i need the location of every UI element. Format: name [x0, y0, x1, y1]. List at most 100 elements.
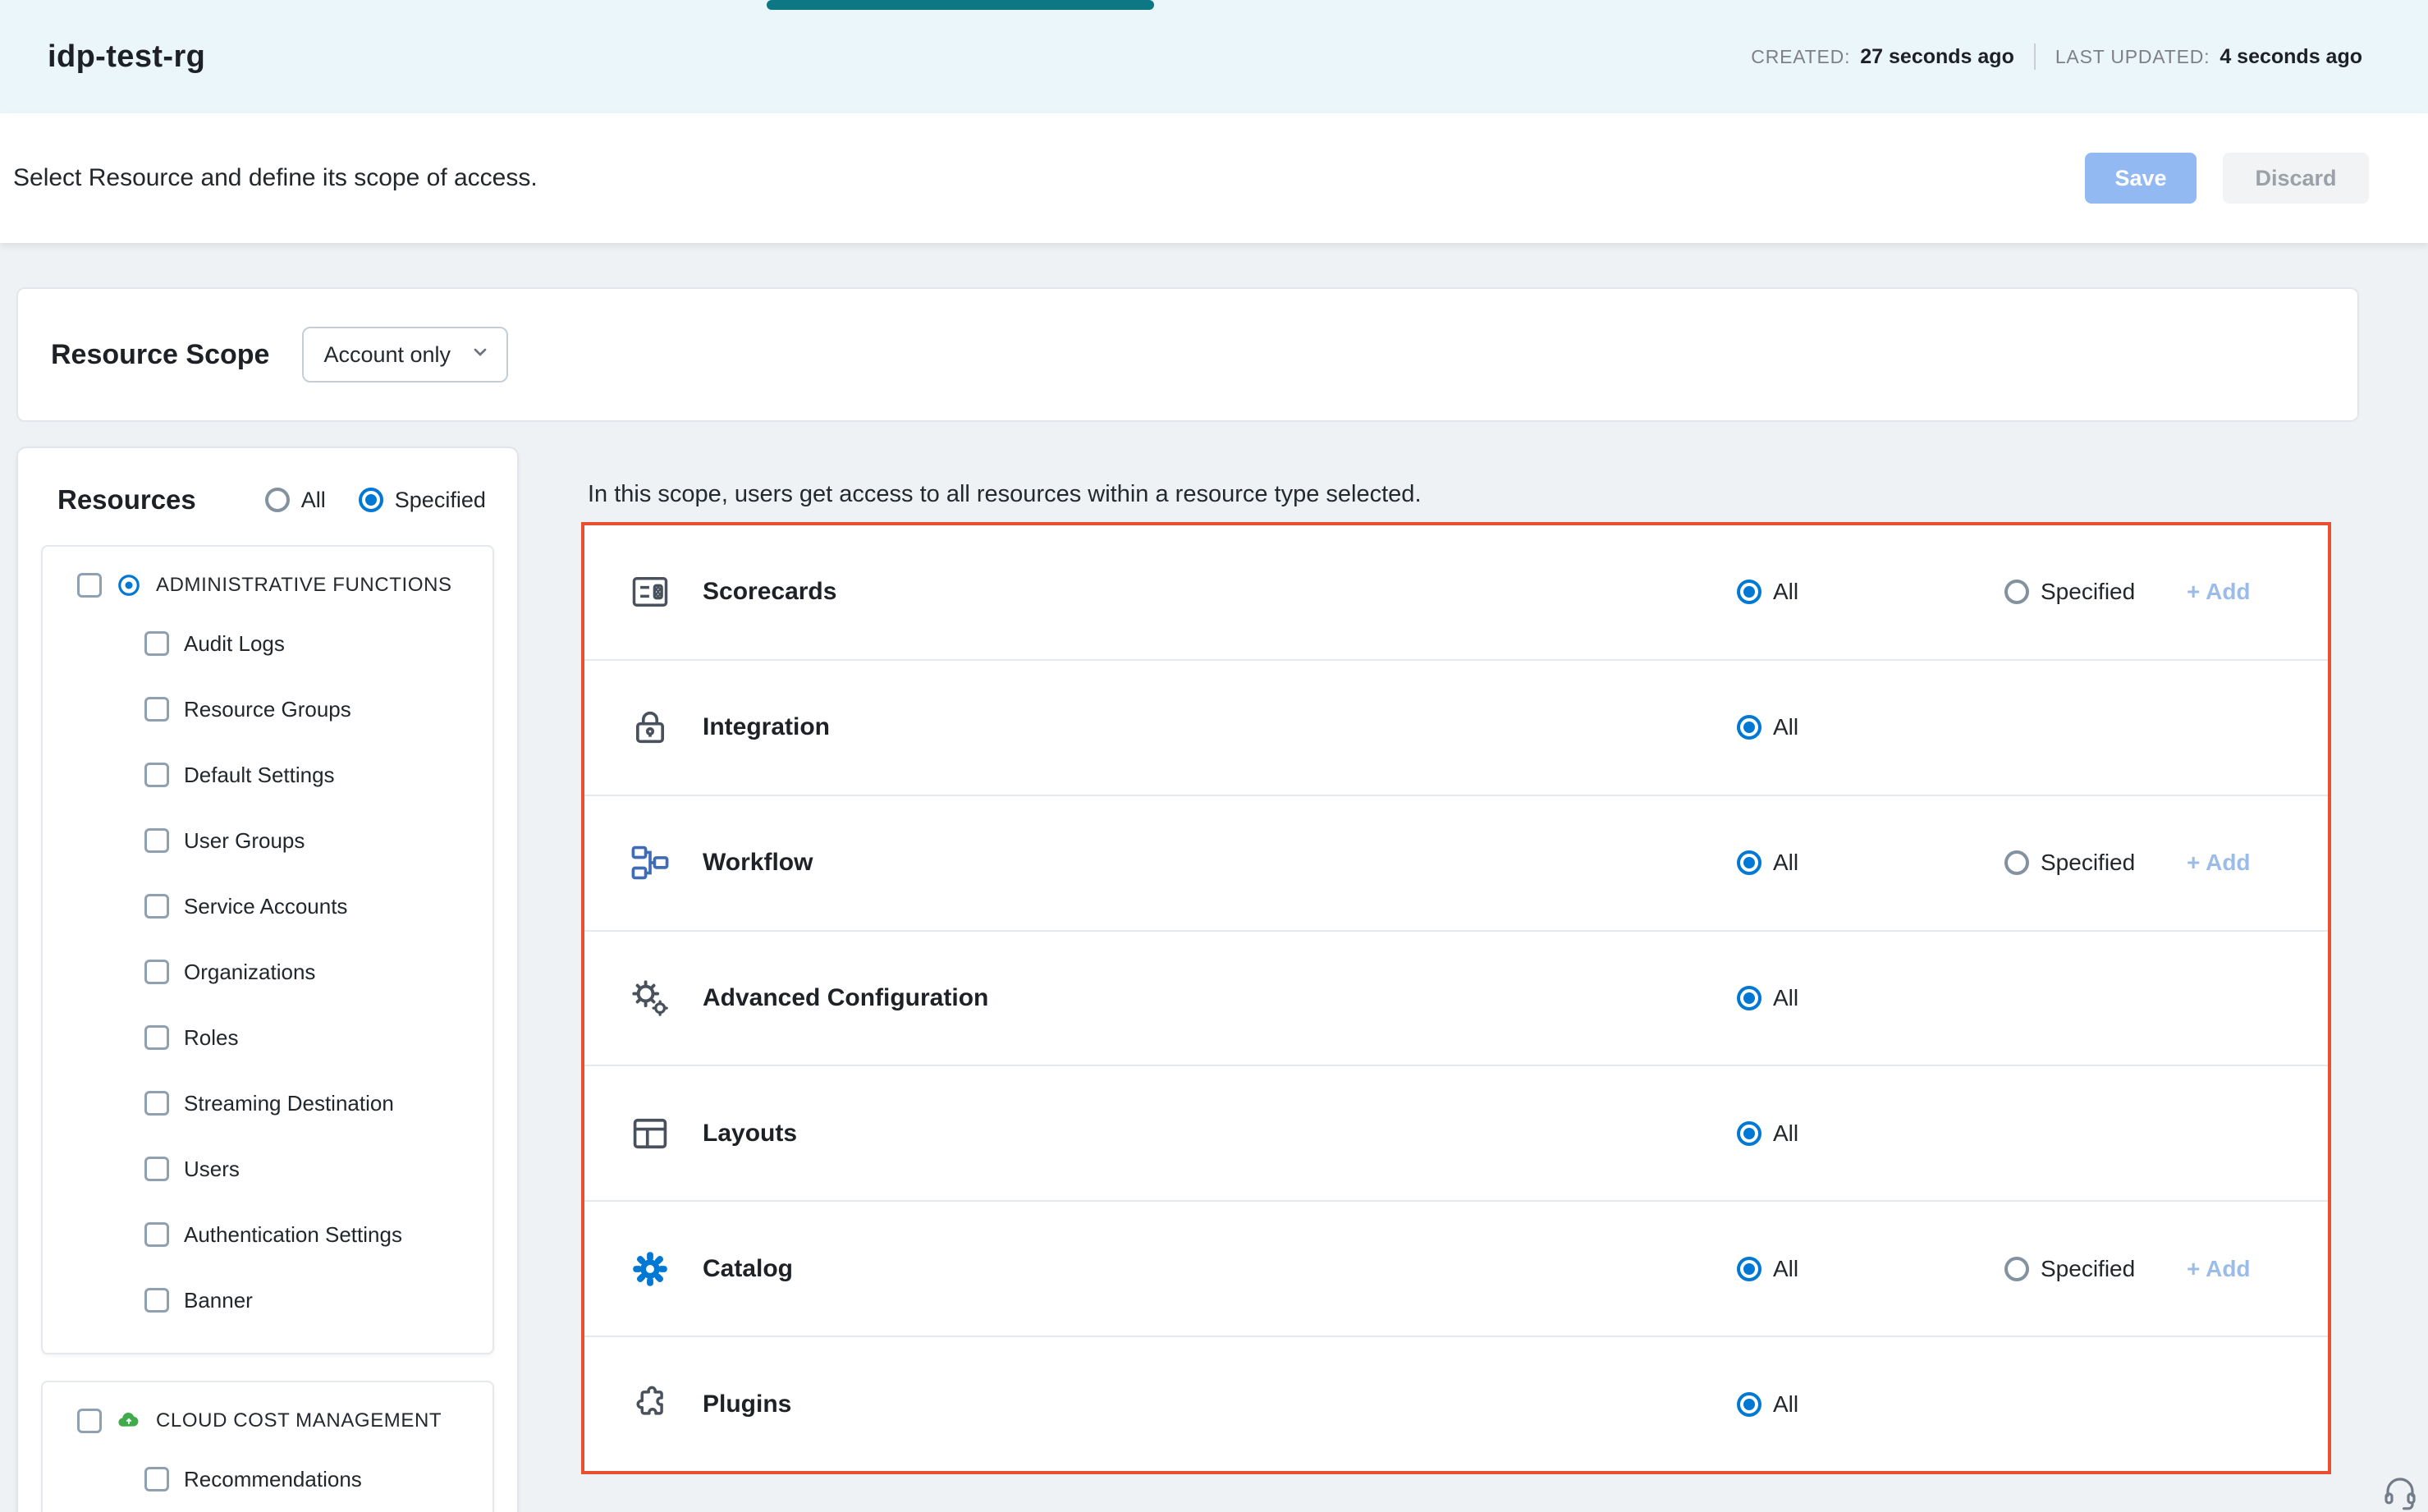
specified-radio[interactable]: [2004, 1257, 2029, 1281]
item-checkbox[interactable]: [144, 1222, 169, 1247]
all-option[interactable]: All: [1737, 1391, 1798, 1418]
resource-type-list: Scorecards All Specified + Add Integrati…: [581, 522, 2331, 1474]
save-button[interactable]: Save: [2085, 153, 2197, 204]
all-label: All: [1773, 1256, 1798, 1282]
resource-group-header[interactable]: CLOUD COST MANAGEMENT: [43, 1402, 492, 1446]
item-checkbox[interactable]: [144, 763, 169, 787]
all-option[interactable]: All: [1737, 579, 1798, 605]
group-label: ADMINISTRATIVE FUNCTIONS: [156, 574, 452, 597]
add-button[interactable]: + Add: [2187, 850, 2251, 876]
resource-item[interactable]: Roles: [43, 1005, 492, 1070]
specified-option[interactable]: Specified: [2004, 1256, 2135, 1282]
resource-item[interactable]: Default Settings: [43, 742, 492, 808]
all-radio[interactable]: [1737, 1257, 1761, 1281]
resource-item[interactable]: Service Accounts: [43, 873, 492, 939]
item-label: Users: [184, 1157, 240, 1182]
specified-radio[interactable]: [2004, 580, 2029, 604]
resource-item[interactable]: Audit Logs: [43, 611, 492, 676]
resources-title: Resources: [57, 484, 196, 515]
item-checkbox[interactable]: [144, 631, 169, 656]
workflow-icon: [629, 841, 671, 884]
all-option[interactable]: All: [1737, 850, 1798, 876]
resource-type-row: Workflow All Specified + Add: [584, 796, 2328, 932]
all-radio[interactable]: [1737, 850, 1761, 875]
created-value: 27 seconds ago: [1860, 45, 2014, 69]
item-checkbox[interactable]: [144, 1091, 169, 1116]
all-radio[interactable]: [1737, 986, 1761, 1010]
resource-item[interactable]: Resource Groups: [43, 676, 492, 742]
item-checkbox[interactable]: [144, 697, 169, 722]
resources-panel-header: Resources All Specified: [41, 478, 494, 545]
resource-item[interactable]: Users: [43, 1136, 492, 1202]
resources-specified-radio[interactable]: [359, 488, 383, 512]
item-label: Default Settings: [184, 763, 335, 788]
group-items: Recommendations: [43, 1446, 492, 1512]
resources-specified-option[interactable]: Specified: [359, 488, 486, 513]
resource-item[interactable]: Authentication Settings: [43, 1202, 492, 1267]
resource-item[interactable]: Banner: [43, 1267, 492, 1333]
specified-radio[interactable]: [2004, 850, 2029, 875]
resource-group-header[interactable]: ADMINISTRATIVE FUNCTIONS: [43, 566, 492, 611]
item-checkbox[interactable]: [144, 1025, 169, 1050]
resource-type-row: Layouts All: [584, 1066, 2328, 1202]
specified-option[interactable]: Specified: [2004, 579, 2135, 605]
specified-option[interactable]: Specified: [2004, 850, 2135, 876]
resource-type-name: Layouts: [703, 1120, 797, 1148]
resource-item[interactable]: User Groups: [43, 808, 492, 873]
add-button[interactable]: + Add: [2187, 1256, 2251, 1282]
last-updated-label: LAST UPDATED:: [2055, 46, 2210, 68]
specified-label: Specified: [2041, 850, 2135, 876]
item-checkbox[interactable]: [144, 1467, 169, 1491]
item-checkbox[interactable]: [144, 828, 169, 853]
item-checkbox[interactable]: [144, 1157, 169, 1181]
item-label: Authentication Settings: [184, 1222, 402, 1248]
resource-type-name: Scorecards: [703, 578, 836, 606]
support-icon[interactable]: [2380, 1473, 2420, 1512]
all-option[interactable]: All: [1737, 1256, 1798, 1282]
add-button[interactable]: + Add: [2187, 579, 2251, 605]
resource-group: CLOUD COST MANAGEMENT Recommendations: [41, 1381, 494, 1512]
chevron-down-icon: [470, 342, 490, 368]
item-label: Organizations: [184, 960, 315, 985]
all-option[interactable]: All: [1737, 714, 1798, 740]
all-radio[interactable]: [1737, 1121, 1761, 1146]
item-label: Banner: [184, 1288, 253, 1313]
resources-all-radio[interactable]: [265, 488, 290, 512]
resources-panel: Resources All Specified ADMINISTRATIVE F…: [16, 447, 519, 1512]
resource-item[interactable]: Recommendations: [43, 1446, 492, 1512]
resources-all-option[interactable]: All: [265, 488, 326, 513]
all-label: All: [1773, 985, 1798, 1011]
toolbar: Select Resource and define its scope of …: [0, 113, 2428, 243]
created-label: CREATED:: [1751, 46, 1850, 68]
resource-groups-list: ADMINISTRATIVE FUNCTIONS Audit Logs Reso…: [41, 545, 494, 1512]
all-radio[interactable]: [1737, 580, 1761, 604]
group-label: CLOUD COST MANAGEMENT: [156, 1409, 442, 1432]
group-checkbox[interactable]: [77, 573, 102, 598]
advanced-configuration-icon: [629, 977, 671, 1019]
resource-scope-dropdown[interactable]: Account only: [302, 327, 508, 383]
item-checkbox[interactable]: [144, 960, 169, 984]
resource-group-page: idp-test-rg CREATED: 27 seconds ago LAST…: [0, 0, 2428, 1512]
item-label: Resource Groups: [184, 697, 351, 722]
all-option[interactable]: All: [1737, 1120, 1798, 1147]
group-checkbox[interactable]: [77, 1409, 102, 1433]
item-checkbox[interactable]: [144, 894, 169, 919]
toolbar-description: Select Resource and define its scope of …: [13, 164, 538, 192]
resources-all-label: All: [301, 488, 326, 513]
resource-item[interactable]: Streaming Destination: [43, 1070, 492, 1136]
discard-button[interactable]: Discard: [2223, 153, 2369, 204]
item-label: Audit Logs: [184, 631, 285, 657]
item-label: Service Accounts: [184, 894, 347, 919]
all-radio[interactable]: [1737, 715, 1761, 740]
resource-type-row: Catalog All Specified + Add: [584, 1202, 2328, 1337]
item-label: Roles: [184, 1025, 238, 1051]
all-option[interactable]: All: [1737, 985, 1798, 1011]
item-checkbox[interactable]: [144, 1288, 169, 1313]
resource-type-name: Integration: [703, 713, 830, 741]
header-meta: CREATED: 27 seconds ago LAST UPDATED: 4 …: [1751, 44, 2362, 70]
scorecards-icon: [629, 570, 671, 613]
all-radio[interactable]: [1737, 1392, 1761, 1417]
cloud-cost-icon: [117, 1409, 141, 1433]
resource-item[interactable]: Organizations: [43, 939, 492, 1005]
resource-type-row: Advanced Configuration All: [584, 932, 2328, 1067]
